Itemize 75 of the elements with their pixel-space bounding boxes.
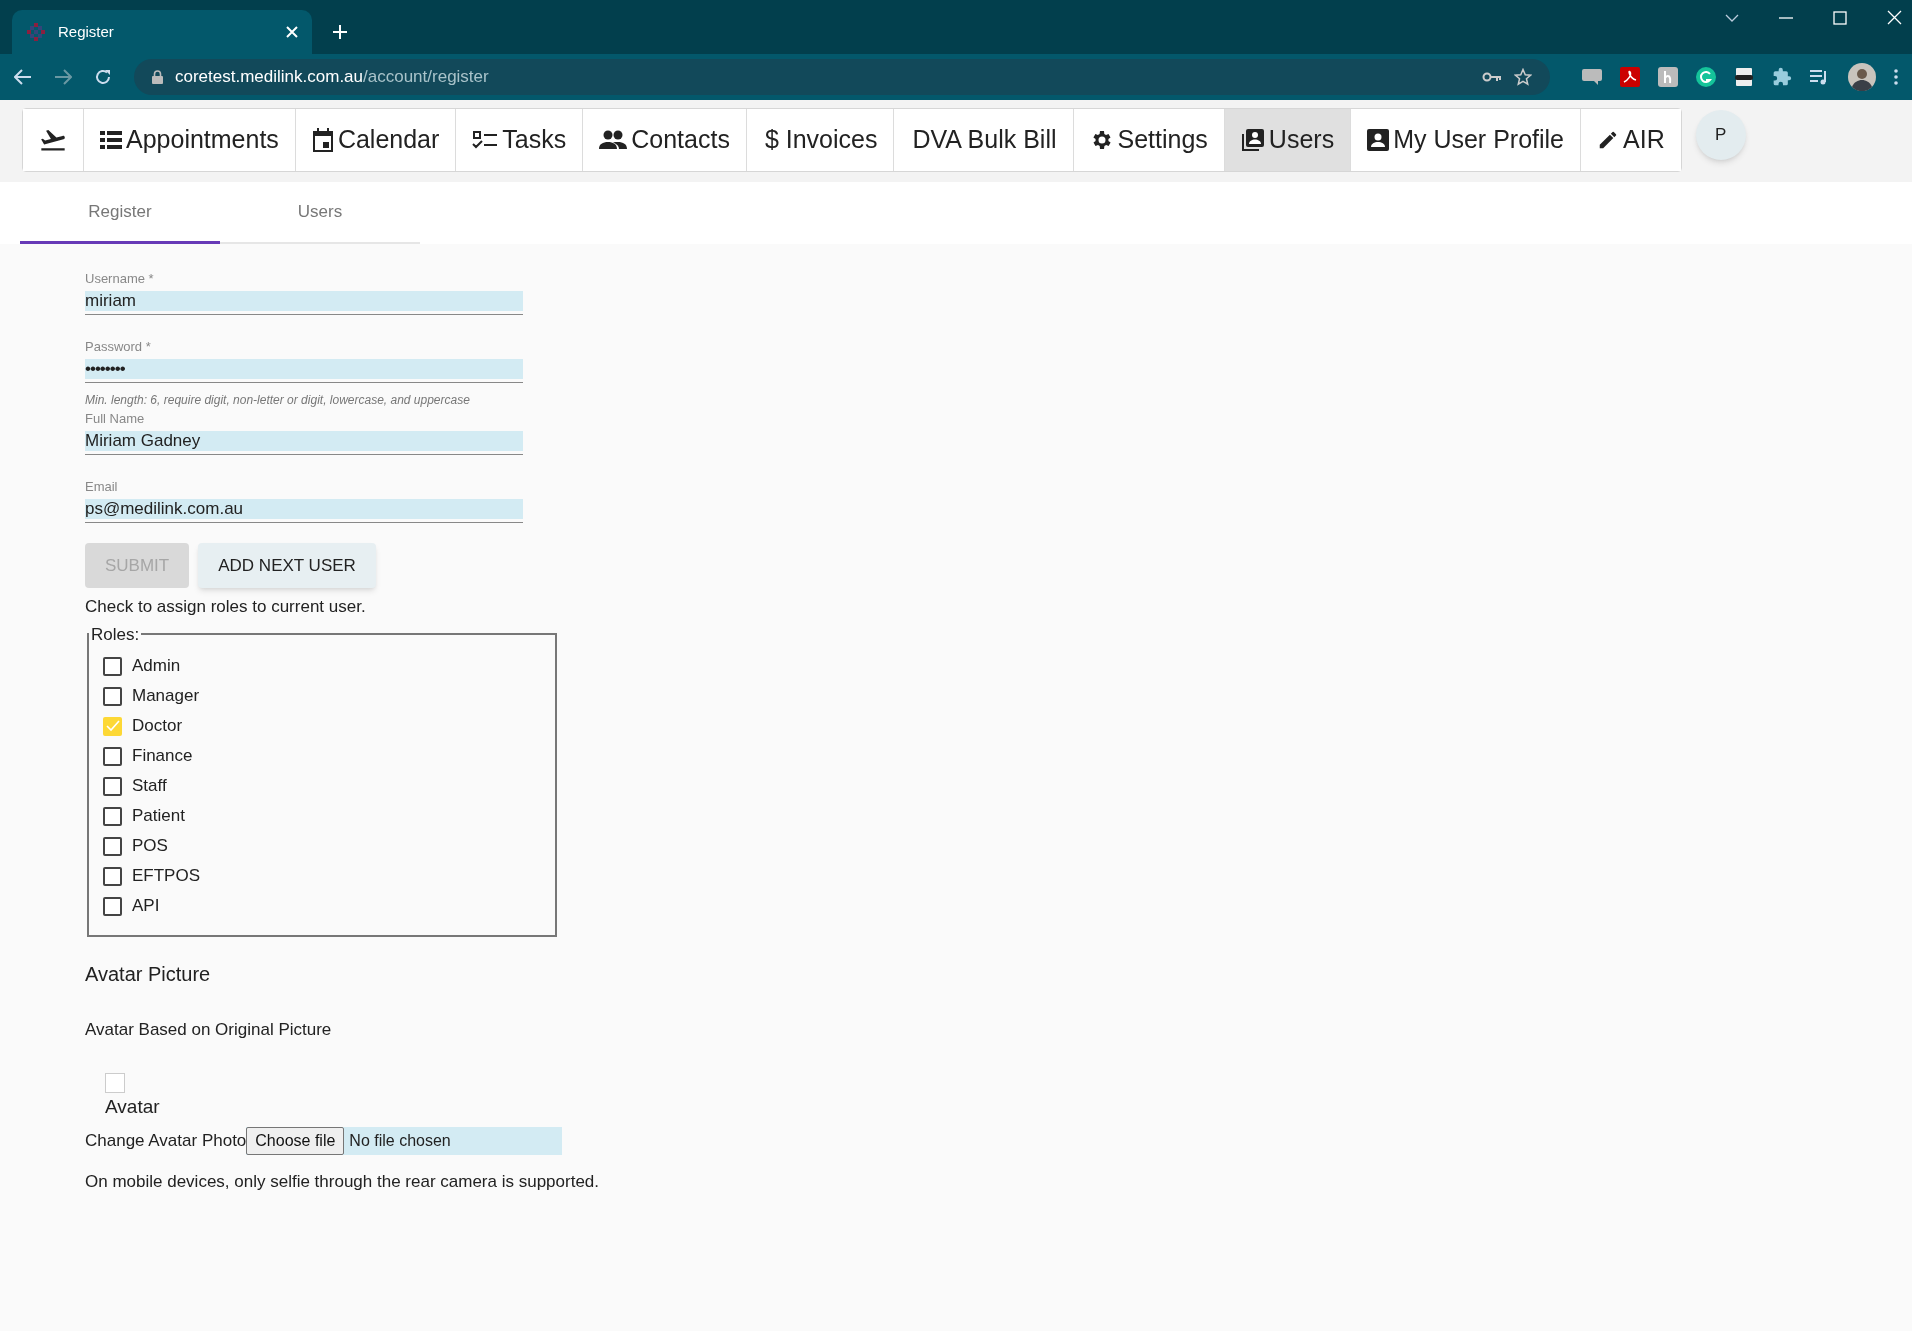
checklist-icon xyxy=(472,130,499,150)
nav-tab[interactable]: Users xyxy=(1224,109,1352,171)
back-arrow-icon[interactable] xyxy=(14,69,32,85)
profile-card-icon xyxy=(1367,129,1390,151)
role-checkbox[interactable] xyxy=(103,776,122,796)
role-label: Manager xyxy=(132,685,200,708)
minimize-icon[interactable] xyxy=(1779,16,1793,19)
app-logo-icon xyxy=(26,22,46,42)
role-checkbox[interactable] xyxy=(103,866,122,886)
role-label: API xyxy=(132,895,160,918)
people-icon xyxy=(599,130,628,150)
extension-icon[interactable] xyxy=(1582,69,1602,85)
role-label: Staff xyxy=(132,775,167,798)
sub-tab[interactable]: Users xyxy=(220,182,420,244)
broken-image-icon xyxy=(105,1072,125,1093)
role-label: Patient xyxy=(132,805,185,828)
role-label: POS xyxy=(132,835,168,858)
input-field[interactable]: ps@medilink.com.au xyxy=(85,499,523,519)
role-checkbox[interactable] xyxy=(103,746,122,766)
lock-icon xyxy=(152,70,163,84)
account-button[interactable]: P xyxy=(1695,110,1746,160)
calendar-icon xyxy=(311,128,334,152)
sub-tab[interactable]: Register xyxy=(20,182,220,244)
close-icon[interactable] xyxy=(1887,10,1902,25)
roles-legend: Roles: xyxy=(89,621,142,647)
plane-icon xyxy=(39,128,67,152)
url-text: coretest.medilink.com.au/account/register xyxy=(175,66,490,89)
choose-file-button[interactable]: Choose file xyxy=(246,1127,345,1155)
maximize-icon[interactable] xyxy=(1833,10,1847,25)
add-next-user-button[interactable]: ADD NEXT USER xyxy=(198,543,376,588)
input-field[interactable]: Miriam Gadney xyxy=(85,431,523,451)
field-label: Email xyxy=(85,478,119,495)
extension-icon[interactable] xyxy=(1696,67,1716,87)
file-status-text: No file chosen xyxy=(349,1131,451,1151)
menu-icon[interactable] xyxy=(1894,69,1898,85)
profile-avatar-icon[interactable] xyxy=(1848,63,1876,91)
forward-arrow-icon[interactable] xyxy=(54,69,72,85)
role-label: Finance xyxy=(132,745,193,768)
tab-title: Register xyxy=(58,21,115,42)
file-input[interactable]: Choose file No file chosen xyxy=(246,1127,563,1155)
puzzle-icon[interactable] xyxy=(1772,67,1792,87)
pdf-icon[interactable] xyxy=(1620,67,1640,87)
reload-icon[interactable] xyxy=(94,68,112,86)
pencil-icon xyxy=(1597,129,1619,151)
role-label: EFTPOS xyxy=(132,865,200,888)
star-icon[interactable] xyxy=(1514,68,1532,86)
avatar-alt-text: Avatar xyxy=(105,1094,161,1119)
avatar-subheading: Avatar Based on Original Picture xyxy=(85,1019,333,1041)
browser-tab[interactable]: Register xyxy=(12,10,312,54)
field-label: Full Name xyxy=(85,410,146,427)
mobile-note: On mobile devices, only selfie through the rear camera is supported. xyxy=(85,1171,601,1193)
input-field[interactable]: miriam xyxy=(85,291,523,311)
field-label: Password * xyxy=(85,338,152,355)
role-checkbox[interactable] xyxy=(103,896,122,916)
key-icon[interactable] xyxy=(1482,72,1502,82)
contacts-book-icon xyxy=(1240,128,1265,152)
role-checkbox[interactable] xyxy=(103,656,122,676)
list-icon xyxy=(100,130,122,150)
role-checkbox[interactable] xyxy=(103,806,122,826)
role-checkbox[interactable] xyxy=(103,836,122,856)
role-checkbox[interactable] xyxy=(103,686,122,706)
mask-icon[interactable] xyxy=(1734,67,1754,87)
departures-tab[interactable] xyxy=(23,109,84,171)
avatar-heading: Avatar Picture xyxy=(85,962,212,987)
password-field[interactable]: •••••••• xyxy=(85,359,523,379)
roles-instruction: Check to assign roles to current user. xyxy=(85,596,367,618)
role-label: Admin xyxy=(132,655,181,678)
chevron-down-icon[interactable] xyxy=(1725,13,1739,22)
field-label: Username * xyxy=(85,270,155,287)
new-tab-icon[interactable] xyxy=(332,24,348,40)
role-label: Doctor xyxy=(132,715,183,738)
close-icon[interactable] xyxy=(286,26,298,38)
address-bar[interactable]: coretest.medilink.com.au/account/register xyxy=(134,59,1550,95)
change-photo-label: Change Avatar Photo xyxy=(85,1130,247,1153)
hint-text: Min. length: 6, require digit, non-letter or digit, lowercase, and uppercase xyxy=(85,392,471,409)
